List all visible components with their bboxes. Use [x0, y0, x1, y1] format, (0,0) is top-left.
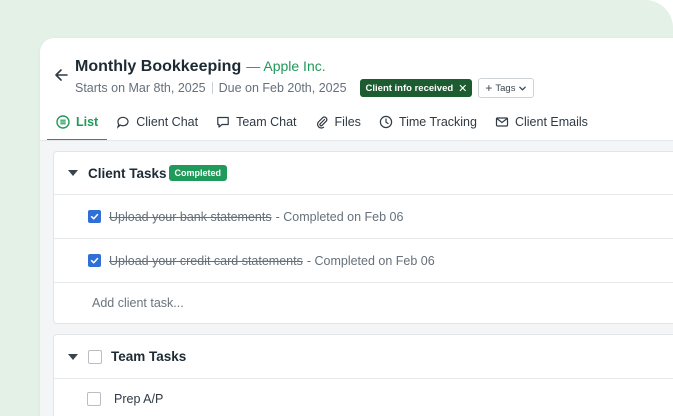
task-row: Prep A/P [54, 378, 673, 416]
task-checkbox[interactable] [88, 254, 101, 267]
tab-list[interactable]: List [47, 103, 108, 141]
title-row: Monthly Bookkeeping — Apple Inc. [75, 58, 326, 76]
tab-files[interactable]: Files [306, 103, 370, 141]
mail-icon [495, 117, 509, 127]
check-icon [90, 257, 99, 264]
task-checkbox[interactable] [87, 391, 101, 406]
task-row: Upload your credit card statements - Com… [54, 239, 673, 283]
task-row: Upload your bank statements - Completed … [54, 195, 673, 239]
message-icon [217, 116, 229, 128]
tab-label: Client Chat [136, 115, 199, 129]
tab-label: Files [334, 115, 361, 129]
tags-button[interactable]: + Tags [478, 78, 535, 98]
completed-badge: Completed [168, 165, 228, 181]
clock-icon [379, 115, 393, 129]
task-name[interactable]: Upload your bank statements [109, 210, 272, 224]
tab-bar: List Client Chat Team Chat Files Time Tr… [47, 103, 597, 141]
chevron-down-icon [519, 86, 527, 91]
client-tasks-header: Client Tasks Completed [54, 152, 673, 195]
check-icon [90, 213, 99, 220]
paperclip-icon [316, 116, 327, 129]
meta-divider [211, 82, 213, 94]
tab-team-chat[interactable]: Team Chat [207, 103, 305, 141]
close-icon[interactable]: ✕ [458, 82, 467, 95]
add-client-task-input[interactable]: Add client task... [54, 283, 673, 323]
start-date: Starts on Mar 8th, 2025 [75, 81, 206, 95]
due-date: Due on Feb 20th, 2025 [218, 81, 347, 95]
back-button[interactable] [52, 66, 70, 84]
client-tasks-section: Client Tasks Completed Upload your bank … [53, 151, 673, 324]
chat-icon [117, 116, 129, 129]
meta-row: Starts on Mar 8th, 2025 Due on Feb 20th,… [75, 78, 535, 98]
tab-client-emails[interactable]: Client Emails [486, 103, 597, 141]
tab-label: Time Tracking [398, 115, 477, 129]
task-name[interactable]: Upload your credit card statements [109, 254, 303, 268]
task-status: - Completed on Feb 06 [275, 209, 404, 224]
team-tasks-section: Team Tasks Prep A/P [53, 334, 673, 416]
project-card: Monthly Bookkeeping — Apple Inc. Starts … [40, 38, 673, 416]
section-title: Client Tasks [88, 165, 167, 181]
task-status: - Completed on Feb 06 [306, 253, 435, 268]
status-tag: Client info received ✕ [359, 79, 473, 97]
tab-label: List [76, 115, 99, 129]
client-name-link[interactable]: — Apple Inc. [246, 58, 325, 74]
task-checkbox[interactable] [88, 210, 101, 223]
caret-down-icon[interactable] [68, 170, 78, 176]
tab-label: Client Emails [514, 115, 588, 129]
task-name[interactable]: Prep A/P [114, 392, 163, 406]
list-icon [56, 115, 70, 129]
team-tasks-header: Team Tasks [54, 335, 673, 378]
section-checkbox[interactable] [88, 349, 102, 364]
tags-label: Tags [495, 82, 516, 94]
tab-label: Team Chat [236, 115, 297, 129]
page-title: Monthly Bookkeeping [75, 58, 242, 75]
tab-time-tracking[interactable]: Time Tracking [370, 103, 486, 141]
status-tag-label: Client info received [365, 82, 454, 94]
tab-client-chat[interactable]: Client Chat [107, 103, 207, 141]
arrow-left-icon [55, 69, 68, 81]
section-title: Team Tasks [111, 349, 187, 364]
caret-down-icon[interactable] [68, 353, 78, 360]
plus-icon: + [485, 81, 493, 95]
